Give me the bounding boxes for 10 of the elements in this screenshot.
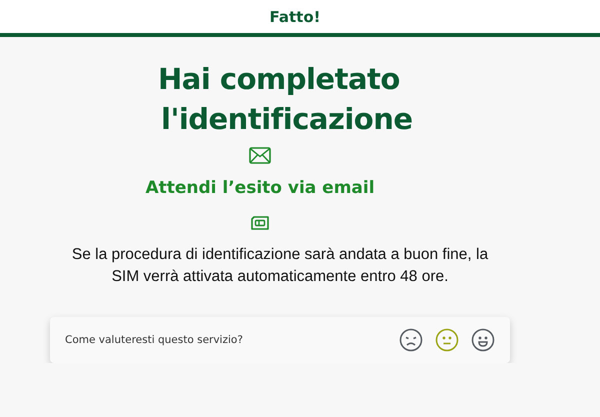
info-message: Se la procedura di identificazione sarà andata a buon fine, la SIM verrà attivata automaticamente entro 48 ore. (70, 245, 490, 287)
envelope-icon (249, 147, 271, 164)
happy-face-icon[interactable] (471, 328, 495, 352)
sad-face-icon[interactable] (399, 328, 423, 352)
subtitle: Attendi l’esito via email (145, 178, 375, 198)
page-heading: Hai completato l'identificazione (158, 61, 413, 138)
neutral-face-icon[interactable] (435, 328, 459, 352)
header-title: Fatto! (270, 8, 320, 26)
sim-card-icon (251, 216, 269, 230)
rating-question: Come valuteresti questo servizio? (65, 334, 244, 346)
